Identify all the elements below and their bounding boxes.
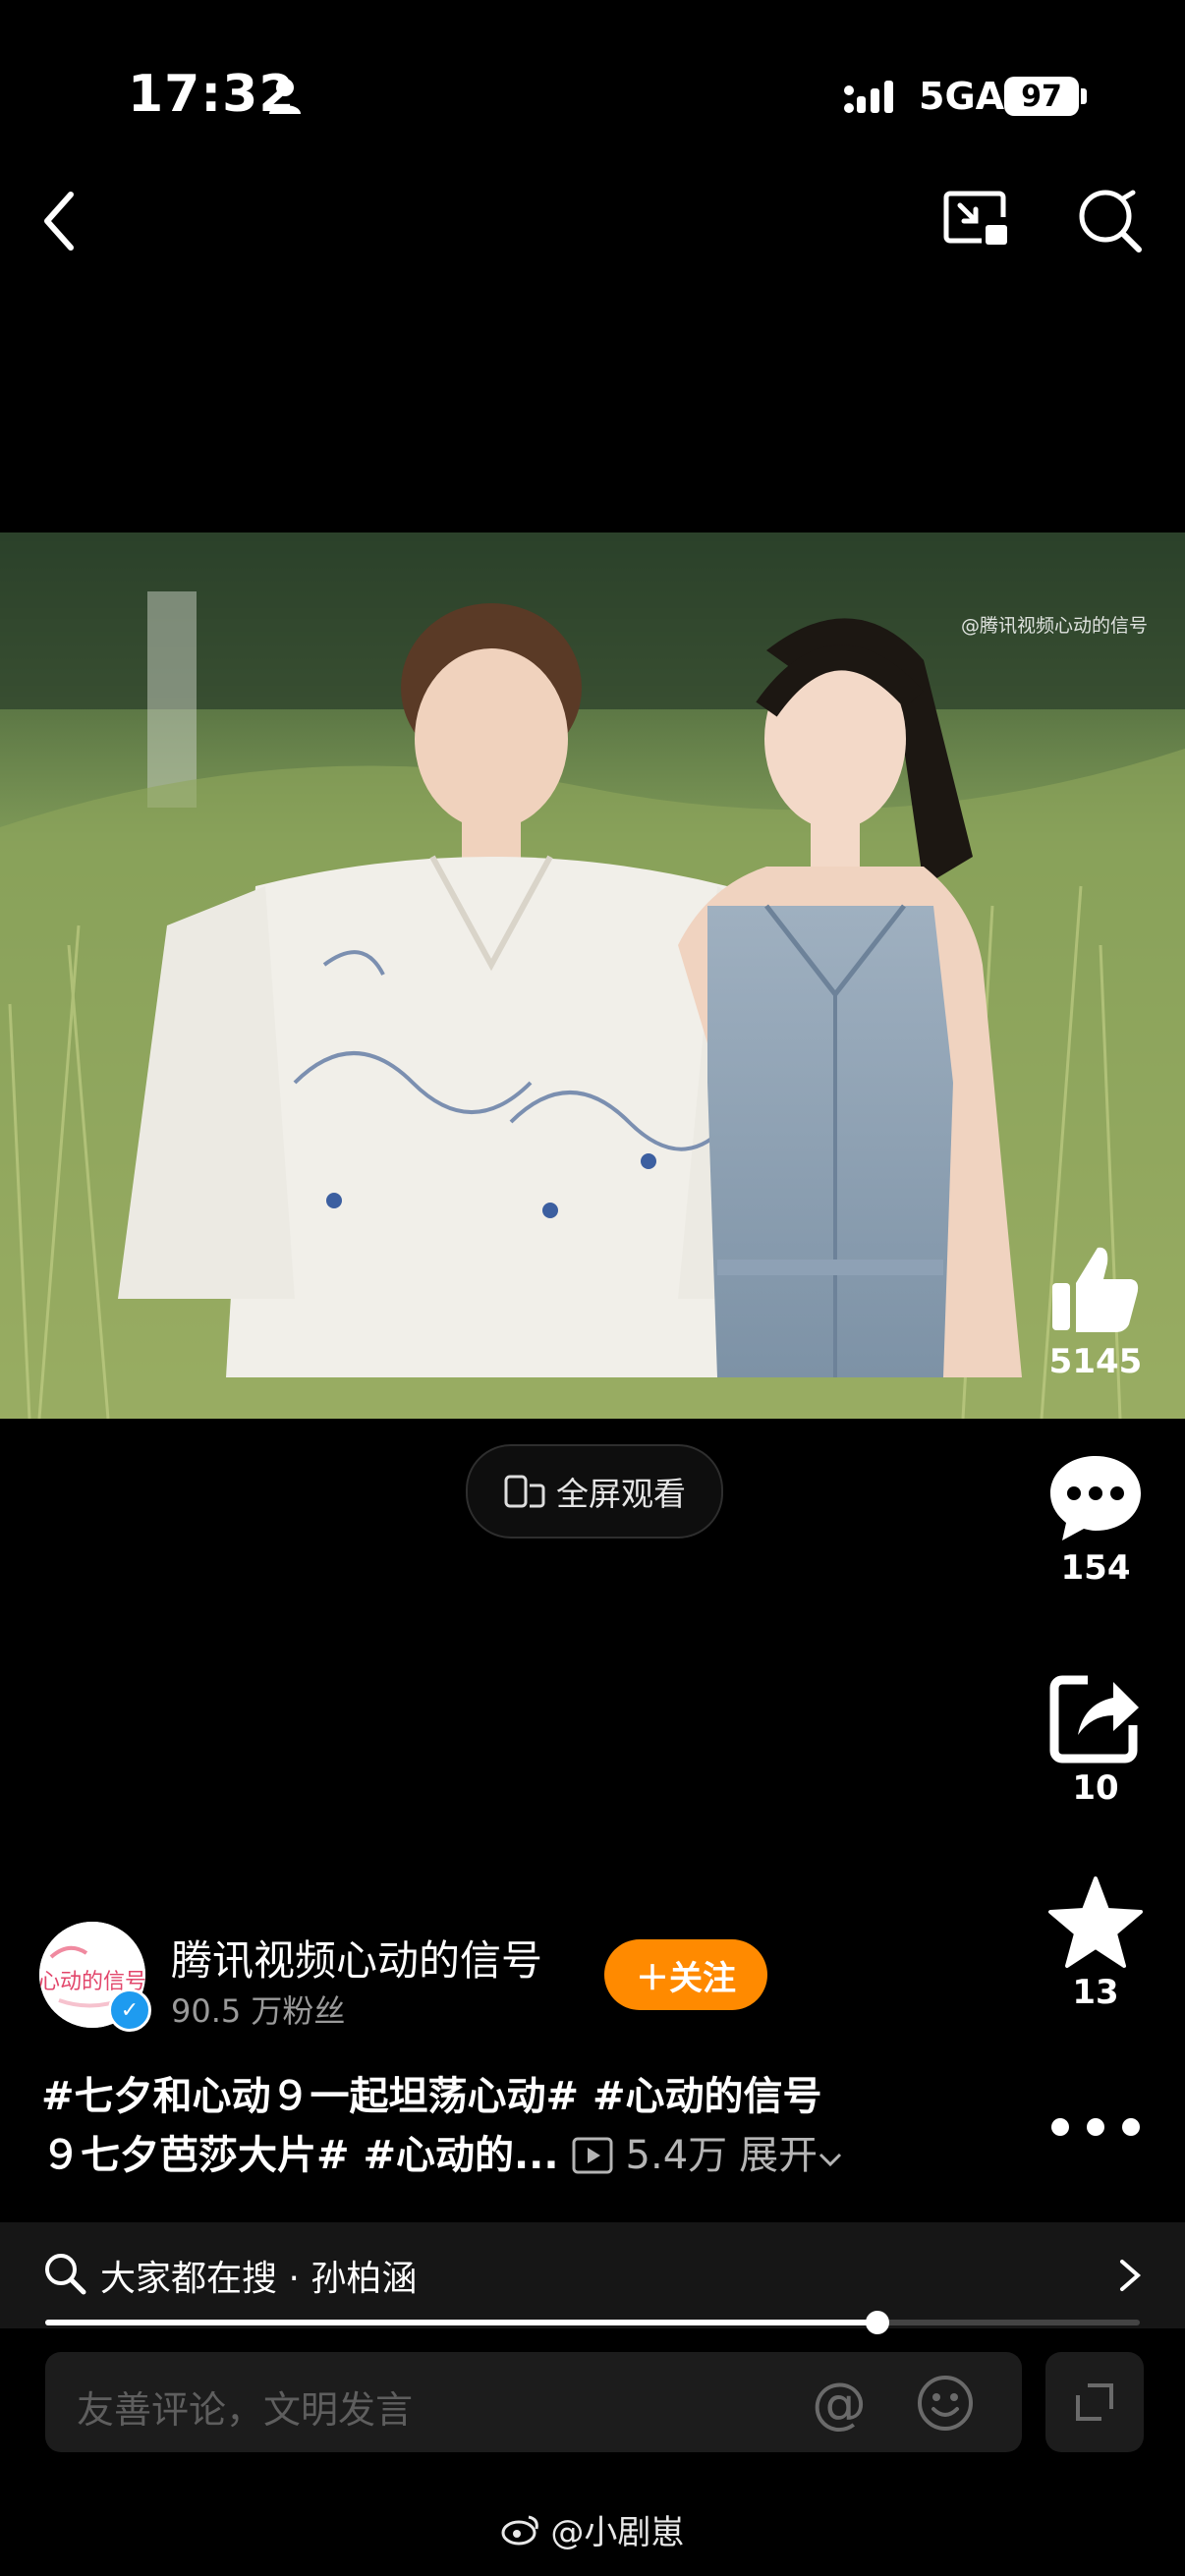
person-icon [269,79,301,114]
verified-badge-icon: ✓ [108,1988,151,2032]
chevron-right-icon [1120,2260,1142,2291]
comment-count: 154 [1060,1548,1131,1588]
caption-line-1: #七夕和心动９一起坦荡心动# #心动的信号 [41,2074,822,2119]
caption-line-2: ９七夕芭莎大片# #心动的... 5.4万 展开 [41,2126,926,2185]
search-button[interactable] [1071,187,1150,255]
share-count: 10 [1072,1768,1119,1808]
back-button[interactable] [29,187,88,255]
picture-in-picture-button[interactable] [938,187,1017,255]
battery-level: 97 [1004,77,1079,116]
battery-nub [1081,88,1087,104]
chevron-left-icon [44,192,74,251]
comment-placeholder: 友善评论，文明发言 [77,2388,414,2432]
video-progress-handle[interactable] [866,2311,889,2334]
more-dot-icon [1051,2118,1069,2136]
caption-line-2-text: ９七夕芭莎大片# #心动的... [41,2133,559,2178]
expand-caption-button[interactable]: 展开 [739,2126,843,2185]
fullscreen-button[interactable]: 全屏观看 [466,1444,723,1539]
expand-comment-button[interactable] [1045,2352,1144,2452]
footer-watermark-text: @小剧崽 [550,2513,685,2552]
mention-button[interactable]: @ [812,2372,867,2436]
follow-button[interactable]: ＋关注 [604,1939,767,2010]
like-count: 5145 [1048,1342,1143,1381]
author-fans: 90.5 万粉丝 [171,1992,346,2030]
like-button[interactable]: 5145 [1022,1240,1169,1381]
share-button[interactable]: 10 [1022,1670,1169,1808]
search-icon [45,2254,86,2295]
thumbs-up-icon [1052,1247,1139,1332]
pip-icon [943,191,1007,245]
favorite-count: 13 [1072,1973,1119,2012]
emoji-icon[interactable] [916,2374,975,2433]
chevron-down-icon [819,2153,842,2167]
star-icon [1048,1876,1143,1968]
more-dot-icon [1122,2118,1140,2136]
author-name[interactable]: 腾讯视频心动的信号 [171,1928,542,1988]
footer-watermark: @小剧崽 [0,2505,1185,2553]
comment-input[interactable]: 友善评论，文明发言 @ [45,2352,1022,2452]
comment-bubble-icon [1050,1456,1141,1540]
expand-label: 展开 [739,2133,818,2178]
search-icon [1079,190,1142,252]
network-type: 5GA [919,75,1005,118]
share-icon [1049,1675,1139,1764]
signal-icon [844,81,893,113]
trending-search-bar[interactable]: 大家都在搜 · 孙柏涵 [0,2222,1185,2328]
video-watermark: @腾讯视频心动的信号 [960,615,1148,637]
expand-icon [1076,2383,1113,2421]
video-caption[interactable]: #七夕和心动９一起坦荡心动# #心动的信号 ９七夕芭莎大片# #心动的... 5… [41,2067,926,2185]
play-count-icon [572,2137,613,2174]
weibo-logo-icon [501,2515,538,2545]
rotate-screen-icon [504,1475,545,1508]
favorite-button[interactable]: 13 [1022,1875,1169,2012]
more-dot-icon [1087,2118,1104,2136]
play-count: 5.4万 [625,2133,728,2178]
trending-search-text: 大家都在搜 · 孙柏涵 [100,2259,418,2299]
video-progress-fill [45,2320,877,2325]
fullscreen-label: 全屏观看 [556,1475,686,1513]
comment-button[interactable]: 154 [1022,1450,1169,1588]
more-button[interactable] [1051,2112,1140,2142]
video-player[interactable] [0,532,1185,1419]
video-frame [0,532,1185,1419]
